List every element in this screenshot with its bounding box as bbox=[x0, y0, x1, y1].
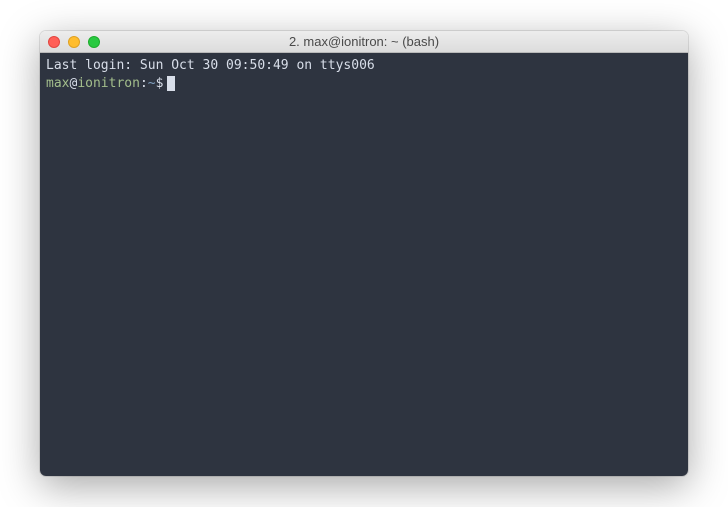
window-titlebar[interactable]: 2. max@ionitron: ~ (bash) bbox=[40, 31, 688, 53]
prompt-host: ionitron bbox=[77, 75, 140, 93]
last-login-text: Last login: Sun Oct 30 09:50:49 on ttys0… bbox=[46, 57, 682, 75]
prompt-at: @ bbox=[69, 75, 77, 93]
cursor bbox=[167, 76, 175, 91]
window-title: 2. max@ionitron: ~ (bash) bbox=[40, 34, 688, 49]
zoom-button[interactable] bbox=[88, 36, 100, 48]
minimize-button[interactable] bbox=[68, 36, 80, 48]
prompt-path: ~ bbox=[148, 75, 156, 93]
traffic-lights bbox=[48, 36, 100, 48]
prompt-colon: : bbox=[140, 75, 148, 93]
terminal-body[interactable]: Last login: Sun Oct 30 09:50:49 on ttys0… bbox=[40, 53, 688, 476]
close-button[interactable] bbox=[48, 36, 60, 48]
terminal-window: 2. max@ionitron: ~ (bash) Last login: Su… bbox=[40, 31, 688, 476]
prompt-dollar: $ bbox=[156, 75, 164, 93]
prompt-line: max@ionitron:~$ bbox=[46, 75, 682, 93]
prompt-user: max bbox=[46, 75, 69, 93]
